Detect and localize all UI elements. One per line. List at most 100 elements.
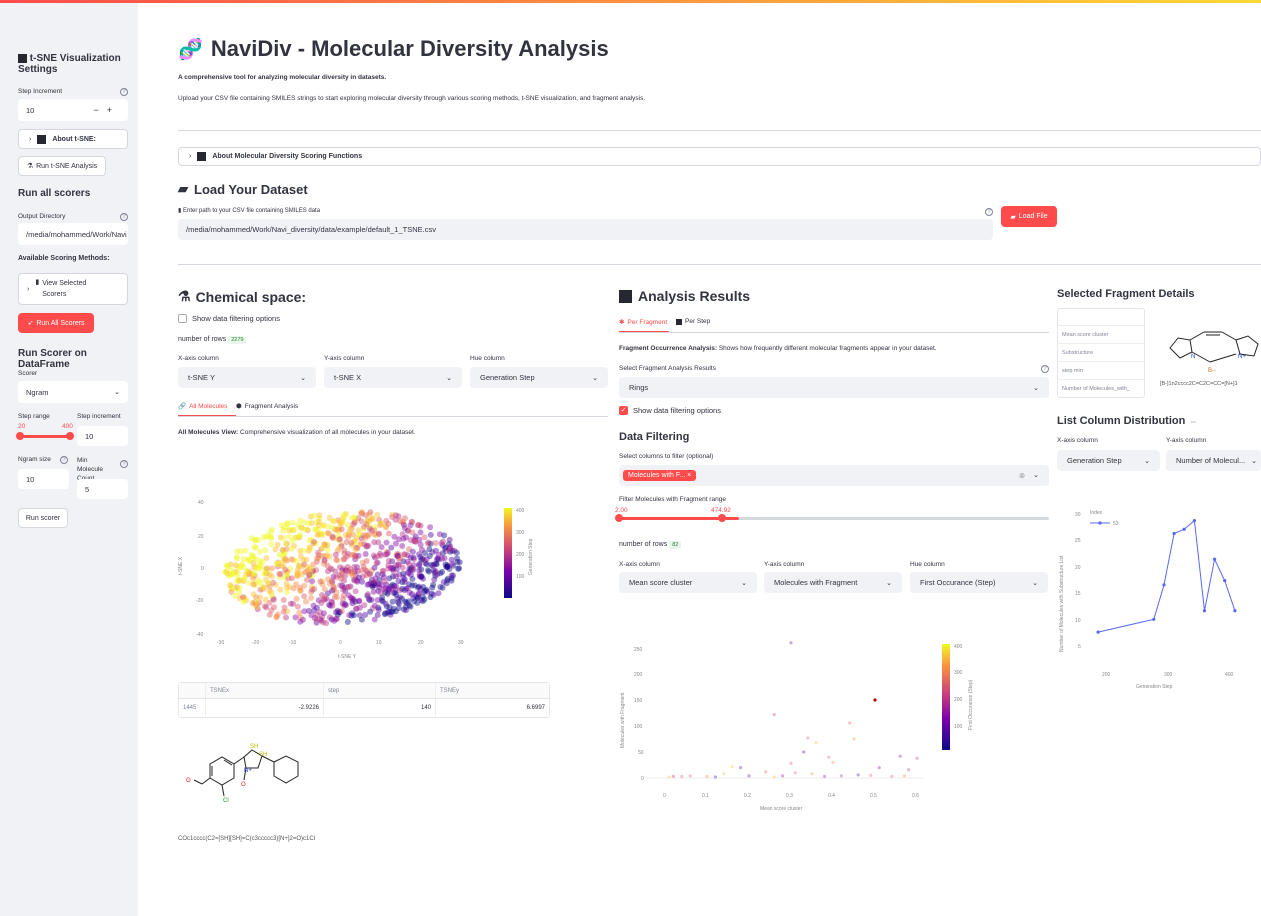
ngram-size-input[interactable]: 10 [18,469,69,489]
list-y-select[interactable]: Number of Molecul... ⌄ [1166,450,1261,471]
fragment-point[interactable] [915,756,919,760]
path-input[interactable]: /media/mohammed/Work/Navi_diversity/data… [178,219,993,240]
tsne-point [333,609,339,616]
fragment-point[interactable] [802,750,806,754]
fragment-point[interactable] [856,773,860,777]
fragment-point[interactable] [739,766,743,770]
fragment-point[interactable] [907,768,911,772]
tab-per-fragment[interactable]: ✱ Per Fragment [619,318,667,327]
chem-x-select[interactable]: t-SNE Y ⌄ [178,367,316,388]
help-icon[interactable]: ? [120,88,128,96]
fragment-point[interactable] [713,775,717,779]
link-icon[interactable]: ⇔ [1189,417,1197,426]
chem-filter-checkbox[interactable]: Show data filtering options [178,314,280,323]
help-icon[interactable]: ? [1041,365,1049,373]
fragment-scatter-chart[interactable]: 0 0.1 0.2 0.3 0.4 0.5 0.6 250 200 150 10… [612,630,992,820]
fragment-point[interactable] [730,765,734,769]
slider-handle-min[interactable] [16,432,24,440]
fragment-point[interactable] [667,775,671,779]
fragment-point[interactable] [688,774,692,778]
filter-tag[interactable]: Molecules with F... × [623,470,697,481]
fragment-point[interactable] [852,737,856,741]
fragment-point[interactable] [823,774,827,778]
filter-columns-multiselect[interactable]: Molecules with F... × ⊗ ⌄ [619,465,1049,486]
molecule-table[interactable]: TSNEx step TSNEy 1445 -2.9226 140 6.6997 [178,682,550,718]
fragment-point[interactable] [747,774,751,778]
analysis-x-select[interactable]: Mean score cluster ⌄ [619,572,757,593]
help-icon[interactable]: ? [120,213,128,221]
fragment-point[interactable] [772,775,776,779]
run-all-scorers-button[interactable]: ➶ Run All Scorers [18,313,94,333]
fragment-point[interactable] [902,774,906,778]
fragment-point[interactable] [810,772,814,776]
step-increment2-input[interactable]: 10 [77,426,128,446]
tsne-scatter-chart[interactable]: -30 -20 -10 0 10 20 30 40 20 0 -20 -40 t… [168,490,558,665]
fragment-point[interactable] [793,771,797,775]
checkbox-icon[interactable] [178,314,187,323]
line-point[interactable] [1152,617,1156,621]
chem-hue-select[interactable]: Generation Step ⌄ [470,367,608,388]
fragment-point[interactable] [781,774,785,778]
fragment-point[interactable] [873,698,877,702]
close-icon[interactable]: × [687,472,691,479]
help-icon[interactable]: ? [120,460,128,468]
list-distribution-line-chart[interactable]: Index 53 30 25 20 15 10 5 200 300 400 Ge… [1050,500,1261,710]
range-handle-min[interactable] [615,514,623,522]
min-molecule-input[interactable]: 5 [77,479,128,499]
fragment-point[interactable] [890,774,894,778]
line-point[interactable] [1223,579,1227,583]
about-scoring-expander[interactable]: › About Molecular Diversity Scoring Func… [178,147,1261,166]
analysis-y-select[interactable]: Molecules with Fragment ⌄ [764,572,902,593]
fragment-point[interactable] [722,772,726,776]
analysis-filter-checkbox[interactable]: ✓ Show data filtering options [619,406,721,415]
run-scorer-button[interactable]: Run scorer [18,508,68,528]
fragment-point[interactable] [789,641,793,645]
line-point[interactable] [1096,630,1100,634]
slider-handle-max[interactable] [66,432,74,440]
clear-icon[interactable]: ⊗ [1019,471,1025,480]
fragment-point[interactable] [839,774,843,778]
output-dir-input[interactable]: /media/mohammed/Work/Navi [18,223,128,245]
tab-all-molecules[interactable]: 🔗 All Molecules [178,402,227,411]
help-icon[interactable]: ? [60,456,68,464]
fragment-point[interactable] [827,755,831,759]
run-tsne-button[interactable]: ⚗ Run t-SNE Analysis [18,156,106,176]
fragment-point[interactable] [848,721,852,725]
load-file-button[interactable]: ▰ Load File [1001,206,1057,227]
fragment-point[interactable] [772,713,776,717]
check-icon[interactable]: ✓ [619,406,628,415]
step-range-slider[interactable] [19,435,71,438]
line-point[interactable] [1233,609,1237,613]
analysis-hue-select[interactable]: First Occurance (Step) ⌄ [910,572,1048,593]
help-icon[interactable]: ? [985,208,993,216]
range-handle-max[interactable] [718,514,726,522]
fragment-point[interactable] [898,754,902,758]
fragment-point[interactable] [869,773,873,777]
tab-fragment-analysis[interactable]: ⬢ Fragment Analysis [236,402,298,411]
step-increment-input[interactable]: 10 −+ [18,99,128,121]
fragment-point[interactable] [680,774,684,778]
stepper-icons[interactable]: −+ [93,105,120,115]
view-selected-expander[interactable]: › ▮ View Selected Scorers [18,273,128,305]
fragment-point[interactable] [705,774,709,778]
line-point[interactable] [1192,519,1196,523]
line-point[interactable] [1202,609,1207,613]
tab-per-step[interactable]: Per Step [676,318,710,325]
fragment-point[interactable] [671,774,675,778]
line-point[interactable] [1172,531,1176,536]
chem-y-select[interactable]: t-SNE X ⌄ [324,367,462,388]
about-tsne-expander[interactable]: › About t-SNE: [18,129,128,149]
line-point[interactable] [1182,527,1186,531]
line-point[interactable] [1162,583,1166,587]
fragment-point[interactable] [789,761,793,765]
line-point[interactable] [1213,557,1217,561]
table-row[interactable]: 1445 -2.9226 140 6.6997 [179,699,549,717]
fragment-point[interactable] [814,741,818,745]
fragment-point[interactable] [831,760,835,764]
scorer-select[interactable]: Ngram ⌄ [18,381,128,403]
list-x-select[interactable]: Generation Step ⌄ [1057,450,1160,471]
fragment-point[interactable] [877,766,881,770]
fragment-point[interactable] [764,770,768,774]
fragment-results-select[interactable]: Rings ⌄ [619,377,1049,398]
fragment-point[interactable] [806,736,810,740]
